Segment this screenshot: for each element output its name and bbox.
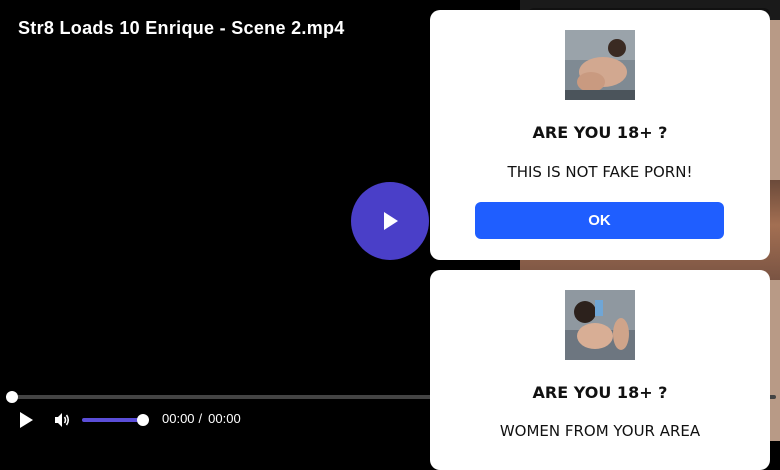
popup-text: WOMEN FROM YOUR AREA [499, 422, 701, 440]
play-icon [384, 212, 398, 230]
play-icon [20, 412, 33, 428]
big-play-button[interactable] [351, 182, 429, 260]
time-separator: / [198, 411, 203, 426]
play-button[interactable] [16, 410, 36, 430]
age-verification-popup: ARE YOU 18+ ? THIS IS NOT FAKE PORN! OK [430, 10, 770, 260]
duration: 00:00 [208, 411, 241, 426]
volume-thumb[interactable] [137, 414, 149, 426]
popup-heading: ARE YOU 18+ ? [532, 123, 668, 142]
popup-thumbnail [565, 290, 635, 360]
popup-text: THIS IS NOT FAKE PORN! [507, 163, 693, 181]
video-title: Str8 Loads 10 Enrique - Scene 2.mp4 [18, 18, 345, 38]
volume-icon [55, 413, 70, 427]
mute-button[interactable] [52, 410, 72, 430]
progress-thumb[interactable] [6, 391, 18, 403]
age-verification-popup-2: ARE YOU 18+ ? WOMEN FROM YOUR AREA [430, 270, 770, 470]
popup-thumbnail [565, 30, 635, 100]
popup-heading: ARE YOU 18+ ? [532, 383, 668, 402]
time-display: 00:00/00:00 [162, 411, 241, 426]
ok-button[interactable]: OK [475, 202, 724, 239]
current-time: 00:00 [162, 411, 195, 426]
